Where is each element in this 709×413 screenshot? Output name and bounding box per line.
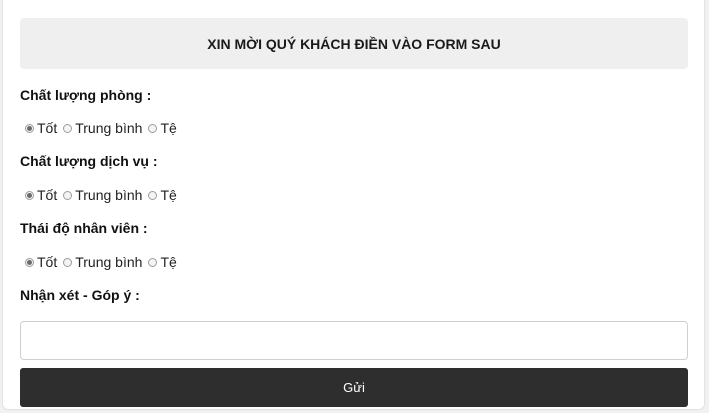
question-label-room-quality: Chất lượng phòng :	[20, 87, 152, 103]
feedback-form: XIN MỜI QUÝ KHÁCH ĐIỀN VÀO FORM SAU Chất…	[2, 0, 705, 410]
radio-group-room-quality: Tốt Trung bình Tệ	[25, 118, 183, 138]
radio-option-label: Trung bình	[75, 120, 143, 136]
radio-option-label: Tệ	[160, 187, 177, 203]
radio-option-label: Tốt	[37, 187, 58, 203]
radio-group-staff-attitude: Tốt Trung bình Tệ	[25, 252, 183, 272]
radio-button-checked[interactable]	[25, 257, 34, 267]
radio-button[interactable]	[63, 257, 73, 267]
submit-button[interactable]: Gửi	[20, 368, 688, 407]
radio-option-label: Tệ	[160, 120, 177, 136]
radio-button[interactable]	[148, 123, 158, 133]
radio-option-label: Tệ	[160, 254, 177, 270]
question-label-staff-attitude: Thái độ nhân viên :	[20, 220, 148, 236]
comment-textarea[interactable]	[20, 321, 688, 360]
radio-button[interactable]	[148, 257, 158, 267]
radio-button-checked[interactable]	[25, 190, 34, 200]
radio-option-bad[interactable]: Tệ	[148, 120, 177, 136]
radio-button-checked[interactable]	[25, 123, 34, 133]
radio-option-bad[interactable]: Tệ	[148, 187, 177, 203]
radio-button[interactable]	[63, 190, 73, 200]
radio-option-good[interactable]: Tốt	[25, 254, 57, 270]
radio-group-service-quality: Tốt Trung bình Tệ	[25, 185, 183, 205]
radio-option-good[interactable]: Tốt	[25, 187, 57, 203]
form-title: XIN MỜI QUÝ KHÁCH ĐIỀN VÀO FORM SAU	[20, 18, 688, 69]
radio-option-label: Tốt	[37, 120, 58, 136]
radio-option-average[interactable]: Trung bình	[63, 187, 142, 203]
radio-button[interactable]	[148, 190, 158, 200]
comment-label: Nhận xét - Góp ý :	[20, 287, 140, 303]
question-label-service-quality: Chất lượng dịch vụ :	[20, 153, 158, 169]
radio-option-label: Trung bình	[75, 187, 143, 203]
radio-option-average[interactable]: Trung bình	[63, 254, 142, 270]
radio-button[interactable]	[63, 123, 73, 133]
radio-option-good[interactable]: Tốt	[25, 120, 57, 136]
radio-option-label: Tốt	[37, 254, 58, 270]
radio-option-average[interactable]: Trung bình	[63, 120, 142, 136]
radio-option-bad[interactable]: Tệ	[148, 254, 177, 270]
radio-option-label: Trung bình	[75, 254, 143, 270]
